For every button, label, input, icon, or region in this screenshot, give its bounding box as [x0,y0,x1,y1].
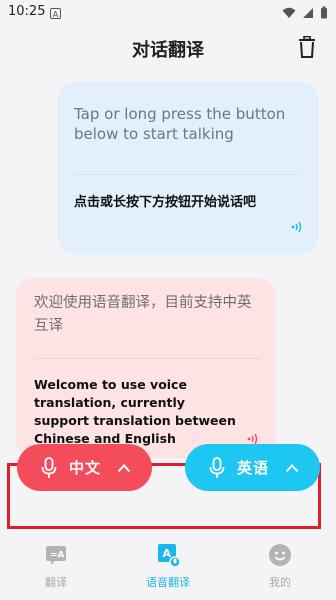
message-bubble-right[interactable]: Tap or long press the button below to st… [58,82,318,255]
message-divider [34,358,260,359]
notification-icon: A [50,8,61,19]
message-divider [74,174,300,175]
app-header: 对话翻译 [0,28,336,68]
speaker-wave-icon[interactable] [290,220,304,234]
chinese-mic-button[interactable]: 中文 [17,444,152,491]
message-source-text: Tap or long press the button below to st… [74,105,286,143]
translate-icon: =A [46,546,66,565]
svg-text:=A: =A [50,551,65,561]
message-source-text: 欢迎使用语音翻译，目前支持中英互译 [34,295,252,334]
battery-icon [321,6,327,19]
microphone-icon [209,456,225,478]
status-icons [282,6,328,19]
tab-profile[interactable]: 我的 [250,542,310,590]
message-bubble-left[interactable]: 欢迎使用语音翻译，目前支持中英互译 Welcome to use voice t… [16,278,276,458]
tab-translate-label: 翻译 [45,576,67,589]
status-bar: 10:25 A [0,0,336,28]
tab-translate[interactable]: =A 翻译 [26,542,86,590]
tab-voice-translate[interactable]: A 语音翻译 [138,542,198,590]
status-time: 10:25 [8,4,46,19]
message-translated-text: Welcome to use voice translation, curren… [34,377,236,446]
chinese-mic-label: 中文 [69,459,102,477]
tab-voice-translate-label: 语音翻译 [146,576,190,589]
svg-text:A: A [163,547,172,560]
tab-profile-label: 我的 [269,576,291,589]
voice-translate-icon: A [158,544,181,568]
microphone-icon [41,456,57,478]
bottom-nav: =A 翻译 A 语音翻译 我的 [0,536,336,600]
english-mic-button[interactable]: 英语 [185,444,320,491]
message-translated-text: 点击或长按下方按钮开始说话吧 [74,195,257,210]
signal-icon [303,7,313,18]
chevron-up-icon [117,463,131,472]
english-mic-label: 英语 [237,459,270,477]
wifi-icon [282,7,296,18]
trash-icon[interactable] [298,36,316,58]
profile-icon [269,544,291,566]
chevron-up-icon [285,463,299,472]
page-title: 对话翻译 [132,40,204,61]
